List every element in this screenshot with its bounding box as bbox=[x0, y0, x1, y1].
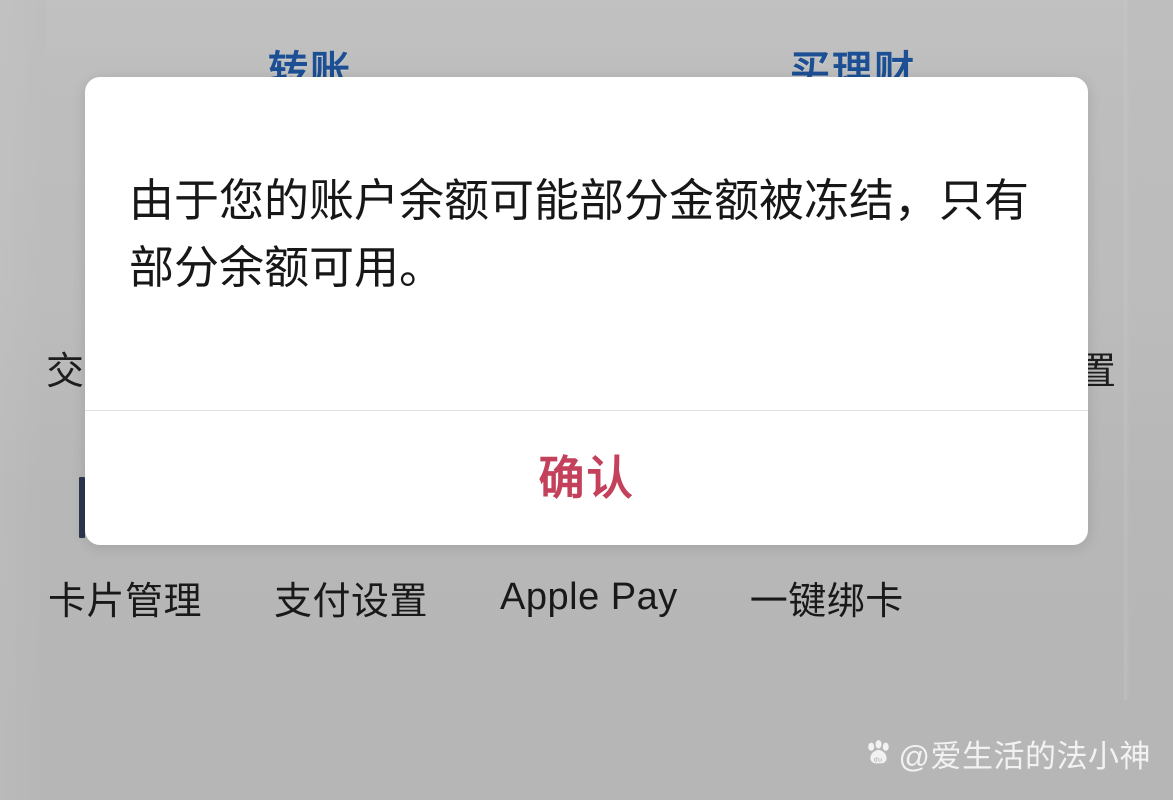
confirm-button[interactable]: 确认 bbox=[499, 445, 675, 511]
nav-item-one-click-bind-card[interactable]: 一键绑卡 bbox=[750, 570, 904, 625]
screen: 转账 买理财 交 置 卡片管理 支付设置 Apple Pay 一键绑卡 由于您的… bbox=[0, 0, 1173, 800]
alert-dialog-actions: 确认 bbox=[85, 411, 1088, 545]
alert-dialog: 由于您的账户余额可能部分金额被冻结，只有部分余额可用。 确认 bbox=[85, 77, 1088, 545]
alert-dialog-message: 由于您的账户余额可能部分金额被冻结，只有部分余额可用。 bbox=[129, 174, 1030, 293]
row-label-transactions[interactable]: 交 bbox=[46, 340, 84, 395]
nav-item-apple-pay[interactable]: Apple Pay bbox=[500, 576, 678, 619]
nav-item-card-management[interactable]: 卡片管理 bbox=[48, 570, 202, 625]
nav-item-payment-settings[interactable]: 支付设置 bbox=[274, 570, 428, 625]
bottom-nav: 卡片管理 支付设置 Apple Pay 一键绑卡 bbox=[0, 566, 1173, 628]
alert-dialog-body: 由于您的账户余额可能部分金额被冻结，只有部分余额可用。 bbox=[85, 77, 1088, 410]
